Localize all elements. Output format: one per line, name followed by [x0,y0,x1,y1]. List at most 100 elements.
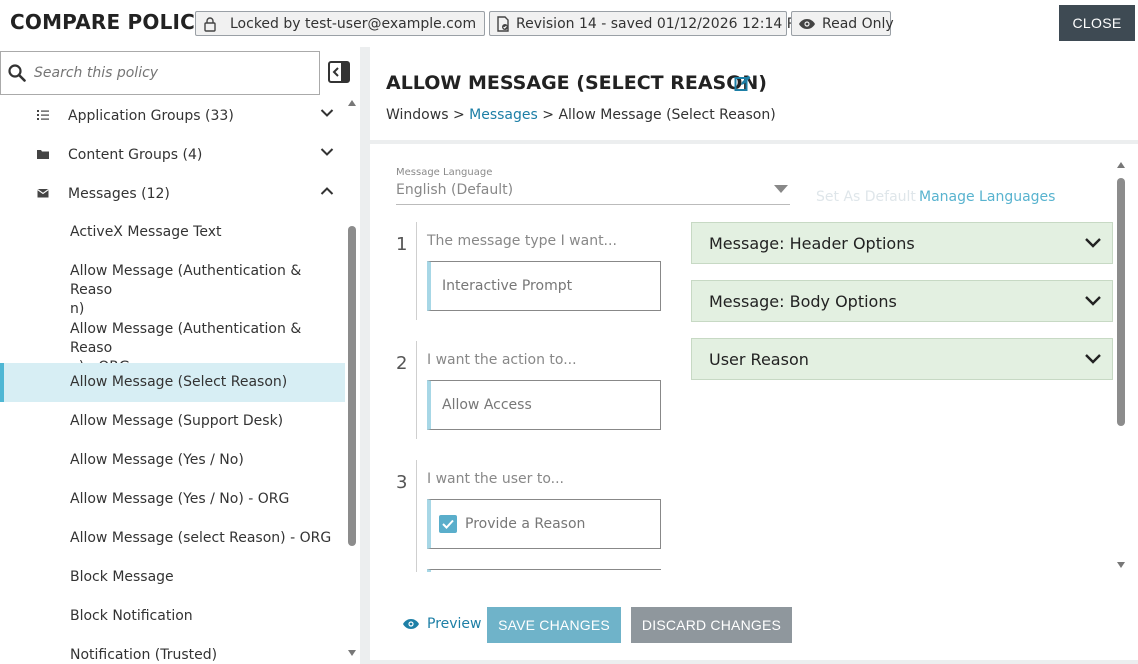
tree-item-label: Allow Message (Yes / No) [70,452,244,468]
editor-footer: Preview SAVE CHANGES DISCARD CHANGES [370,600,1138,660]
save-changes-button[interactable]: SAVE CHANGES [487,607,621,643]
tree-item-label: Allow Message (Support Desk) [70,413,284,429]
revision-badge: Revision 14 - saved 01/12/2026 12:14 PM [489,11,807,36]
step-answer: Interactive Prompt [442,278,573,294]
step-answer: Allow Access [442,397,532,413]
step-number: 3 [396,472,408,493]
accordion-user-reason[interactable]: User Reason [691,338,1113,380]
accordion-label: Message: Header Options [709,233,915,253]
sidebar-scrollbar-thumb[interactable] [348,226,356,546]
scroll-up-arrow-icon[interactable] [1116,160,1126,170]
provide-reason-checkbox[interactable] [439,515,457,533]
message-type-field[interactable]: Interactive Prompt [427,261,661,311]
chevron-up-icon [320,187,334,195]
scroll-up-arrow-icon[interactable] [347,98,357,108]
read-only-badge: Read Only [791,11,894,36]
breadcrumb-root: Windows [386,107,449,123]
tree-item-message[interactable]: Block Message [0,558,345,597]
chevron-down-icon [1085,238,1101,248]
scroll-down-arrow-icon[interactable] [347,648,357,658]
message-editor: Message Language English (Default) Set A… [370,144,1138,664]
policy-tree: Application Groups (33) Content Groups (… [0,96,345,664]
envelope-icon [37,189,49,198]
language-select[interactable]: English (Default) [396,182,790,205]
step-line [416,341,417,439]
tree-group-label: Content Groups (4) [68,146,203,163]
tree-group-label: Messages (12) [68,185,170,202]
language-value: English (Default) [396,182,514,198]
sidebar-scrollbar[interactable] [347,98,357,658]
detail-header: ALLOW MESSAGE (SELECT REASON) Windows > … [370,47,1138,142]
lock-status-text: Locked by test-user@example.com [230,15,477,32]
step-question: The message type I want... [427,233,617,249]
read-only-text: Read Only [822,15,894,32]
page-title: ALLOW MESSAGE (SELECT REASON) [386,72,767,94]
breadcrumb-link-messages[interactable]: Messages [469,107,538,123]
accordion-body-options[interactable]: Message: Body Options [691,280,1113,322]
next-option-edge [427,569,661,572]
tree-item-label: Allow Message (Yes / No) - ORG [70,491,290,507]
tree-item-message-selected[interactable]: Allow Message (Select Reason) [0,363,345,402]
chevron-down-icon [320,109,334,117]
policy-sidebar: Application Groups (33) Content Groups (… [0,47,360,664]
tree-item-message[interactable]: Block Notification [0,597,345,636]
tree-group-label: Application Groups (33) [68,107,234,124]
preview-label: Preview [427,616,482,632]
breadcrumb-separator: > [537,107,559,123]
eye-icon [799,18,815,29]
list-icon [37,110,49,120]
step-number: 1 [396,234,408,255]
step-line [416,460,417,572]
tree-item-message[interactable]: Allow Message (Authentication & Reaso n)… [0,310,345,375]
tree-group-application-groups[interactable]: Application Groups (33) [0,96,345,135]
content-scrollbar[interactable] [1114,160,1128,572]
user-action-option[interactable]: Provide a Reason [427,499,661,549]
language-label: Message Language [396,167,493,178]
discard-changes-button[interactable]: DISCARD CHANGES [631,607,792,643]
tree-item-label: Block Notification [70,608,193,624]
tree-item-message[interactable]: Allow Message (Yes / No) [0,441,345,480]
caret-down-icon [774,185,788,193]
accordion-label: User Reason [709,349,809,369]
top-bar: COMPARE POLICY Locked by test-user@examp… [0,0,1138,47]
chevron-down-icon [1085,296,1101,306]
tree-item-message[interactable]: Allow Message (Authentication & Reaso n) [0,252,345,317]
step-question: I want the action to... [427,352,577,368]
breadcrumb-separator: > [448,107,470,123]
revision-text: Revision 14 - saved 01/12/2026 12:14 PM [516,15,808,32]
panel-divider [360,47,370,664]
lock-icon [204,16,216,32]
tree-item-message[interactable]: Allow Message (Yes / No) - ORG [0,480,345,519]
folder-icon [37,150,49,159]
preview-button[interactable]: Preview [402,616,482,632]
step-line [416,222,417,320]
tree-item-label: ActiveX Message Text [70,224,222,240]
accordion-label: Message: Body Options [709,291,897,311]
search-input[interactable] [34,65,294,81]
breadcrumb-current: Allow Message (Select Reason) [558,107,776,123]
manage-languages-link[interactable]: Manage Languages [919,189,1055,205]
collapse-sidebar-button[interactable] [327,60,351,84]
search-box [0,51,320,95]
tree-group-messages[interactable]: Messages (12) [0,174,345,213]
bottom-strip [370,660,1138,664]
scroll-down-arrow-icon[interactable] [1116,560,1126,570]
set-as-default-link[interactable]: Set As Default [816,189,916,205]
chevron-down-icon [1085,354,1101,364]
tree-item-label: Allow Message (Select Reason) [70,374,288,390]
step-number: 2 [396,353,408,374]
tree-item-message[interactable]: Allow Message (Support Desk) [0,402,345,441]
close-button[interactable]: CLOSE [1059,5,1135,41]
tree-item-message[interactable]: Notification (Trusted) [0,636,345,664]
accordion-header-options[interactable]: Message: Header Options [691,222,1113,264]
tree-item-message[interactable]: Allow Message (select Reason) - ORG [0,519,345,558]
eye-icon [403,619,419,629]
tree-item-message[interactable]: ActiveX Message Text [0,213,345,252]
tree-group-content-groups[interactable]: Content Groups (4) [0,135,345,174]
tree-item-label: Allow Message (select Reason) - ORG [70,530,332,546]
document-check-icon [497,15,509,32]
content-scrollbar-thumb[interactable] [1117,178,1125,426]
search-icon [8,64,26,82]
action-field[interactable]: Allow Access [427,380,661,430]
edit-icon[interactable] [734,75,751,92]
